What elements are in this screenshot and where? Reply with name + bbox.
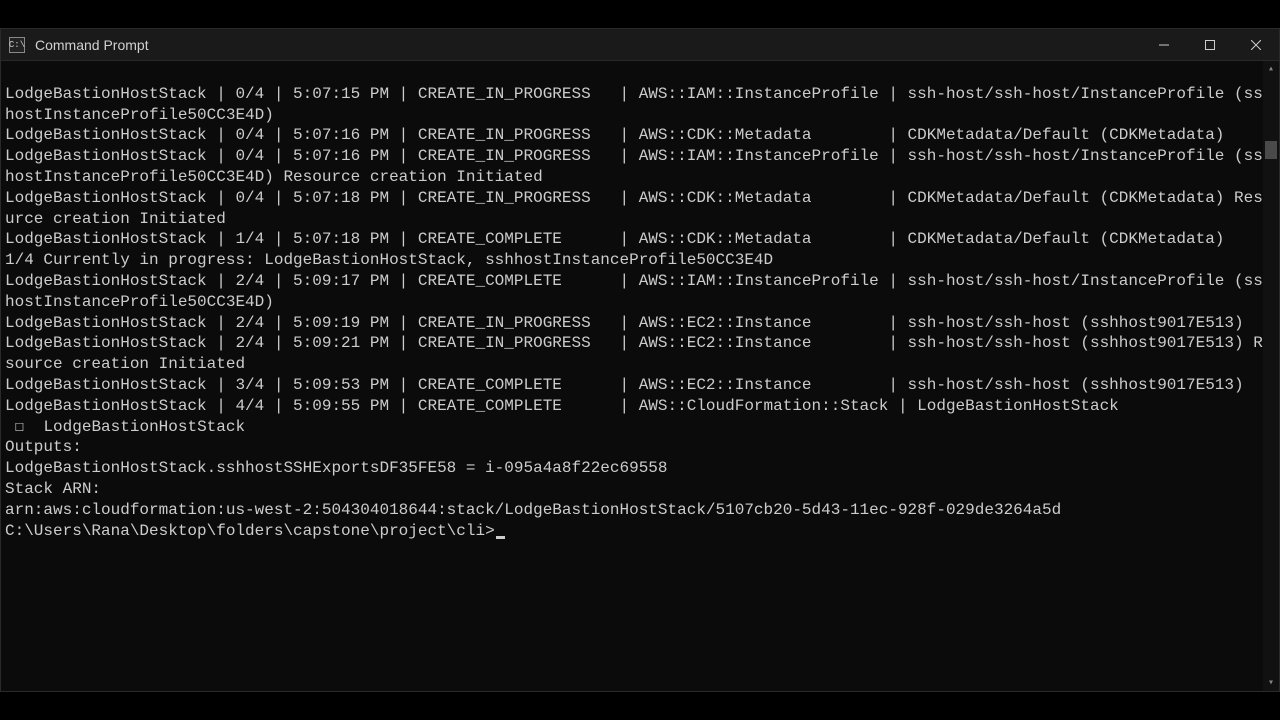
command-prompt-window: C:\ Command Prompt LodgeBastionHostStack… xyxy=(0,28,1280,692)
output-line: LodgeBastionHostStack | 1/4 | 5:07:18 PM… xyxy=(5,229,1275,250)
output-line: LodgeBastionHostStack | 2/4 | 5:09:17 PM… xyxy=(5,271,1275,313)
scroll-thumb[interactable] xyxy=(1265,141,1277,159)
maximize-button[interactable] xyxy=(1187,29,1233,61)
window-title: Command Prompt xyxy=(35,37,1141,53)
terminal-output[interactable]: LodgeBastionHostStack | 0/4 | 5:07:15 PM… xyxy=(1,61,1279,691)
output-line: ☐ LodgeBastionHostStack xyxy=(5,417,1275,438)
cursor xyxy=(496,536,505,539)
prompt-line: C:\Users\Rana\Desktop\folders\capstone\p… xyxy=(5,521,1275,542)
output-line: LodgeBastionHostStack | 2/4 | 5:09:21 PM… xyxy=(5,333,1275,375)
titlebar[interactable]: C:\ Command Prompt xyxy=(1,29,1279,61)
output-line: LodgeBastionHostStack | 0/4 | 5:07:16 PM… xyxy=(5,146,1275,188)
scroll-up-arrow[interactable]: ▴ xyxy=(1263,61,1279,77)
window-controls xyxy=(1141,29,1279,61)
minimize-icon xyxy=(1159,40,1169,50)
output-line: Outputs: xyxy=(5,437,1275,458)
cmd-icon: C:\ xyxy=(9,37,25,53)
minimize-button[interactable] xyxy=(1141,29,1187,61)
maximize-icon xyxy=(1205,40,1215,50)
close-button[interactable] xyxy=(1233,29,1279,61)
output-line: LodgeBastionHostStack | 0/4 | 5:07:18 PM… xyxy=(5,188,1275,230)
output-line: arn:aws:cloudformation:us-west-2:5043040… xyxy=(5,500,1275,521)
output-line: LodgeBastionHostStack | 3/4 | 5:09:53 PM… xyxy=(5,375,1275,396)
output-line: 1/4 Currently in progress: LodgeBastionH… xyxy=(5,250,1275,271)
output-line: LodgeBastionHostStack | 0/4 | 5:07:15 PM… xyxy=(5,84,1275,126)
scroll-down-arrow[interactable]: ▾ xyxy=(1263,675,1279,691)
close-icon xyxy=(1251,40,1261,50)
output-line: Stack ARN: xyxy=(5,479,1275,500)
vertical-scrollbar[interactable]: ▴ ▾ xyxy=(1263,61,1279,691)
output-line: LodgeBastionHostStack | 4/4 | 5:09:55 PM… xyxy=(5,396,1275,417)
prompt-text: C:\Users\Rana\Desktop\folders\capstone\p… xyxy=(5,522,495,540)
output-line: LodgeBastionHostStack | 2/4 | 5:09:19 PM… xyxy=(5,313,1275,334)
output-line: LodgeBastionHostStack.sshhostSSHExportsD… xyxy=(5,458,1275,479)
output-line: LodgeBastionHostStack | 0/4 | 5:07:16 PM… xyxy=(5,125,1275,146)
